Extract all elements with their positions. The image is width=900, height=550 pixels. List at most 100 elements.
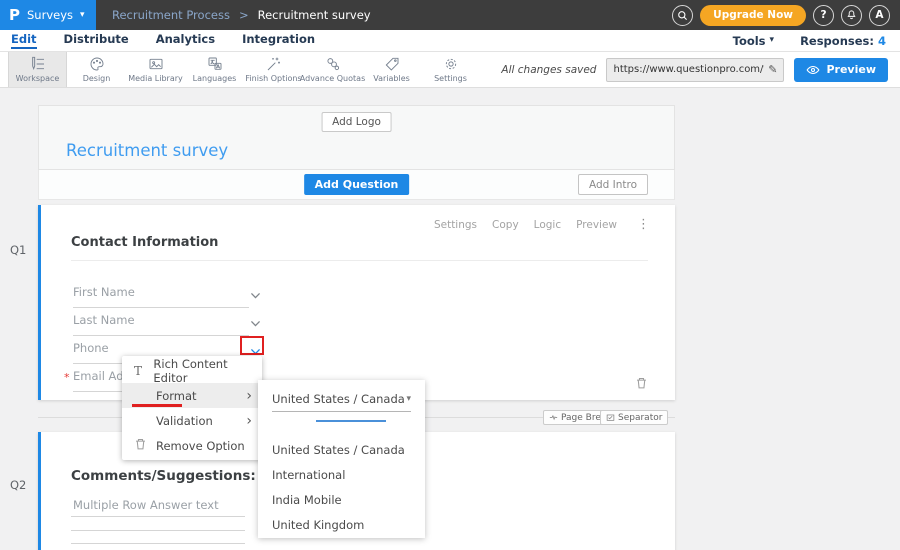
toolbar-right: All changes saved ✎ Preview [501,52,900,87]
phone-format-select[interactable]: United States / Canada ▾ [272,392,411,412]
chain-links-icon [325,56,341,72]
field-underline [73,307,249,308]
annotation-red-box [240,336,264,355]
eye-icon [806,65,820,75]
toolbar-item-design[interactable]: Design [67,52,126,87]
delete-question-button[interactable] [635,375,649,390]
notifications-button[interactable] [841,5,862,26]
q1-title-divider [71,260,648,261]
toolbar-item-variables[interactable]: Variables [362,52,421,87]
add-logo-button[interactable]: Add Logo [321,112,392,132]
trash-icon [635,376,648,390]
toolbar-item-finish-options[interactable]: Finish Options [244,52,303,87]
field-label[interactable]: Phone [73,341,109,355]
search-icon [677,10,688,21]
translate-icon [207,56,223,72]
toolbar-item-advance-quotas[interactable]: Advance Quotas [303,52,362,87]
phone-format-selected-value: United States / Canada [272,392,405,406]
option-india-mobile[interactable]: India Mobile [258,487,425,512]
bell-icon [846,9,857,21]
breadcrumb-parent[interactable]: Recruitment Process [112,8,230,22]
top-bar: P Surveys ▾ Recruitment Process > Recrui… [0,0,900,30]
palette-icon [89,56,105,72]
chevron-down-icon: ▾ [406,395,411,404]
q1-title[interactable]: Contact Information [71,235,218,250]
help-button[interactable]: ? [813,5,834,26]
q2-title[interactable]: Comments/Suggestions: [71,468,256,484]
tag-icon [384,56,400,72]
search-button[interactable] [672,5,693,26]
product-label: Surveys [27,8,73,22]
toolbar-item-settings[interactable]: Settings [421,52,480,87]
question-number-q2: Q2 [10,478,26,492]
breadcrumb-separator-icon: > [239,8,249,22]
q2-answer-placeholder[interactable]: Multiple Row Answer text [73,498,219,512]
format-submenu: United States / Canada ▾ United States /… [258,380,425,538]
menu-item-rich-content-editor[interactable]: T Rich Content Editor [122,358,262,383]
q1-settings-link[interactable]: Settings [434,219,477,231]
workspace-icon [30,56,46,72]
field-options-chevron-icon[interactable] [249,287,262,300]
tab-distribute[interactable]: Distribute [64,32,129,49]
chevron-down-icon: ▾ [770,36,775,45]
add-intro-button[interactable]: Add Intro [578,174,648,195]
q2-answer-line [71,516,245,517]
field-options-chevron-icon[interactable] [249,315,262,328]
submenu-arrow-icon: › [246,389,252,403]
tab-edit[interactable]: Edit [11,32,37,49]
separator-button[interactable]: Separator [600,410,668,425]
breadcrumb-current: Recruitment survey [258,8,371,22]
toolbar-item-workspace[interactable]: Workspace [8,52,67,87]
submenu-scroll-indicator [316,420,386,422]
nav-tabs: Edit Distribute Analytics Integration [0,32,315,49]
edit-toolbar: Workspace Design Media Library Languages… [0,52,900,88]
required-asterisk-icon: * [64,371,70,384]
nav-right: Tools ▾ Responses: 4 [733,34,900,48]
chevron-down-icon: ▾ [80,11,85,20]
edit-url-pencil-icon[interactable]: ✎ [768,63,777,76]
survey-url-field[interactable]: ✎ [606,58,784,82]
survey-actions-row: Add Question Add Intro [38,170,675,200]
kebab-menu-icon[interactable]: ⋮ [637,217,650,232]
preview-button[interactable]: Preview [794,58,888,82]
tab-integration[interactable]: Integration [242,32,315,49]
tools-dropdown[interactable]: Tools ▾ [733,34,774,48]
toolbar-item-media-library[interactable]: Media Library [126,52,185,87]
field-context-menu: T Rich Content Editor Format › Validatio… [122,356,262,460]
tab-analytics[interactable]: Analytics [156,32,215,49]
responses-link[interactable]: Responses: 4 [800,34,886,48]
magic-wand-icon [266,56,282,72]
menu-item-remove-option[interactable]: Remove Option [122,433,262,458]
question-mark-icon: ? [820,9,826,21]
option-united-states-canada[interactable]: United States / Canada [258,437,425,462]
q1-logic-link[interactable]: Logic [534,219,561,231]
q1-preview-link[interactable]: Preview [576,219,617,231]
q1-action-links: Settings Copy Logic Preview ⋮ [434,217,650,232]
field-label[interactable]: Last Name [73,313,135,327]
upgrade-now-button[interactable]: Upgrade Now [700,5,806,26]
annotation-red-underline [132,404,182,407]
option-united-kingdom[interactable]: United Kingdom [258,512,425,537]
field-row-last-name: Last Name [73,311,293,339]
account-avatar[interactable]: A [869,5,890,26]
phone-format-options: United States / Canada International Ind… [258,437,425,537]
avatar-initial: A [875,9,883,21]
responses-count: 4 [878,34,886,48]
topbar-actions: Upgrade Now ? A [672,5,900,26]
menu-item-format[interactable]: Format › [122,383,262,408]
option-international[interactable]: International [258,462,425,487]
image-icon [148,56,164,72]
autosave-status: All changes saved [501,64,596,76]
responses-label: Responses: [800,34,874,48]
field-label[interactable]: First Name [73,285,135,299]
survey-url-input[interactable] [613,64,764,75]
menu-item-validation[interactable]: Validation › [122,408,262,433]
question-number-q1: Q1 [10,243,26,257]
add-question-button[interactable]: Add Question [304,174,410,195]
toolbar-item-languages[interactable]: Languages [185,52,244,87]
product-switcher[interactable]: P Surveys ▾ [0,0,96,30]
submenu-arrow-icon: › [246,414,252,428]
survey-title[interactable]: Recruitment survey [66,141,228,160]
q1-copy-link[interactable]: Copy [492,219,519,231]
survey-header-card: Add Logo Recruitment survey [38,105,675,170]
